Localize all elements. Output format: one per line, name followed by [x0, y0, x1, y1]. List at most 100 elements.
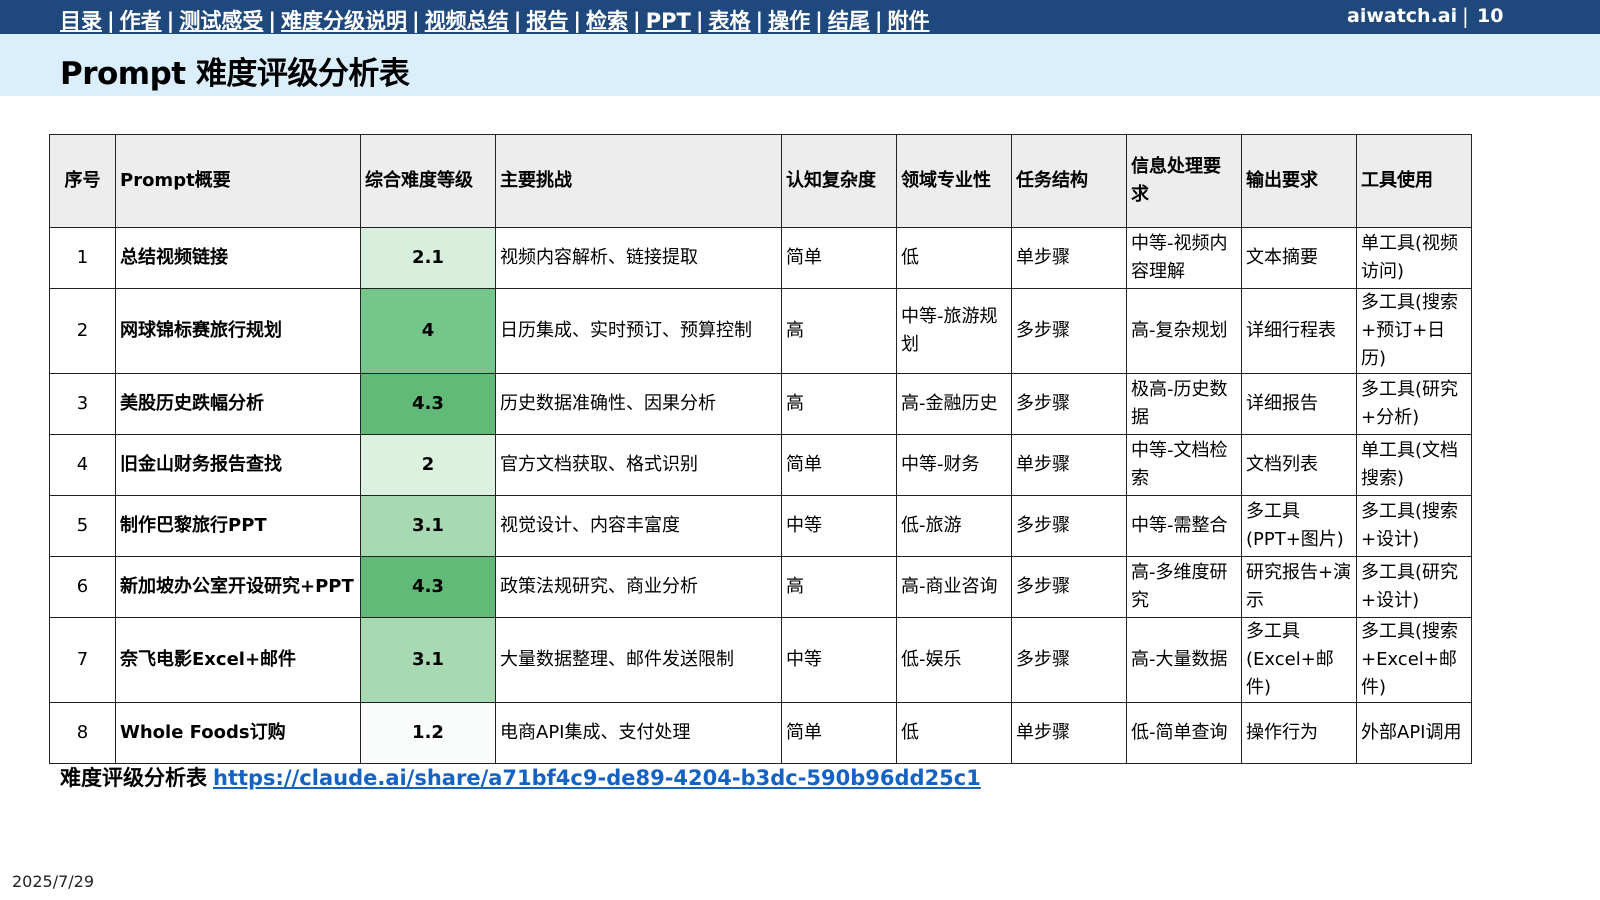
cell-cognitive-complexity: 中等 — [781, 495, 897, 557]
header-output-requirements: 输出要求 — [1241, 134, 1357, 228]
nav-link-difficulty[interactable]: 难度分级说明 — [281, 9, 407, 33]
nav-link-operation[interactable]: 操作 — [768, 9, 810, 33]
cell-main-challenges: 历史数据准确性、因果分析 — [495, 373, 782, 435]
cell-tool-usage: 多工具(搜索+Excel+邮件) — [1356, 617, 1472, 703]
nav-link-appendix[interactable]: 附件 — [888, 9, 930, 33]
nav-link-table[interactable]: 表格 — [708, 9, 750, 33]
cell-output-requirements: 操作行为 — [1241, 702, 1357, 764]
brand-name: aiwatch.ai — [1347, 5, 1458, 27]
nav-separator: | — [755, 9, 764, 33]
nav-separator: | — [573, 9, 582, 33]
nav-separator: | — [513, 9, 522, 33]
cell-output-requirements: 研究报告+演示 — [1241, 556, 1357, 618]
cell-main-challenges: 官方文档获取、格式识别 — [495, 434, 782, 496]
header-info-processing: 信息处理要求 — [1126, 134, 1242, 228]
cell-info-processing: 中等-视频内容理解 — [1126, 227, 1242, 289]
cell-output-requirements: 文档列表 — [1241, 434, 1357, 496]
cell-cognitive-complexity: 高 — [781, 373, 897, 435]
cell-main-challenges: 视频内容解析、链接提取 — [495, 227, 782, 289]
nav-separator: | — [166, 9, 175, 33]
nav-link-ppt[interactable]: PPT — [646, 9, 691, 33]
table-row: 4 旧金山财务报告查找 2 官方文档获取、格式识别 简单 中等-财务 单步骤 中等-文档检索文… — [49, 434, 1472, 496]
cell-task-structure: 多步骤 — [1011, 617, 1127, 703]
cell-cognitive-complexity: 中等 — [781, 617, 897, 703]
nav-link-search[interactable]: 检索 — [586, 9, 628, 33]
table-row: 8 Whole Foods订购 1.2 电商API集成、支付处理 简单低单步骤 低-简单查… — [49, 702, 1472, 764]
table-body: 1 总结视频链接 2.1 视频内容解析、链接提取 简单低单步骤 中等-视频内容理解 文本摘要… — [49, 227, 1472, 764]
header-cognitive-complexity: 认知复杂度 — [781, 134, 897, 228]
cell-difficulty-level: 2 — [360, 434, 496, 496]
cell-domain-expertise: 高-商业咨询 — [896, 556, 1012, 618]
nav-link-contents[interactable]: 目录 — [60, 9, 102, 33]
header-main-challenges: 主要挑战 — [495, 134, 782, 228]
nav-link-report[interactable]: 报告 — [526, 9, 568, 33]
table-row: 5 制作巴黎旅行PPT 3.1 视觉设计、内容丰富度 中等 低-旅游 多步骤 中等-需整合 多工… — [49, 495, 1472, 557]
cell-domain-expertise: 高-金融历史 — [896, 373, 1012, 435]
nav-separator: | — [412, 9, 420, 33]
nav-separator: | — [107, 9, 115, 33]
cell-domain-expertise: 中等-旅游规划 — [896, 288, 1012, 374]
cell-index: 3 — [49, 373, 116, 435]
cell-difficulty-level: 1.2 — [360, 702, 496, 764]
cell-tool-usage: 单工具(文档搜索) — [1356, 434, 1472, 496]
header-domain-expertise: 领域专业性 — [896, 134, 1012, 228]
cell-output-requirements: 多工具(Excel+邮件) — [1241, 617, 1357, 703]
cell-task-structure: 多步骤 — [1011, 288, 1127, 374]
header-prompt-summary: Prompt概要 — [115, 134, 361, 228]
cell-output-requirements: 详细行程表 — [1241, 288, 1357, 374]
cell-info-processing: 低-简单查询 — [1126, 702, 1242, 764]
cell-task-structure: 多步骤 — [1011, 556, 1127, 618]
cell-task-structure: 单步骤 — [1011, 702, 1127, 764]
cell-prompt-summary: 旧金山财务报告查找 — [115, 434, 361, 496]
cell-tool-usage: 单工具(视频访问) — [1356, 227, 1472, 289]
cell-domain-expertise: 低 — [896, 227, 1012, 289]
cell-info-processing: 高-复杂规划 — [1126, 288, 1242, 374]
cell-prompt-summary: 奈飞电影Excel+邮件 — [115, 617, 361, 703]
cell-task-structure: 单步骤 — [1011, 227, 1127, 289]
cell-index: 1 — [49, 227, 116, 289]
header-tool-usage: 工具使用 — [1356, 134, 1472, 228]
table-row: 6 新加坡办公室开设研究+PPT 4.3 政策法规研究、商业分析高高-商业咨询 多步骤高… — [49, 556, 1472, 618]
share-link[interactable]: https://claude.ai/share/a71bf4c9-de89-42… — [213, 766, 981, 790]
cell-tool-usage: 多工具(研究+分析) — [1356, 373, 1472, 435]
cell-output-requirements: 文本摘要 — [1241, 227, 1357, 289]
cell-index: 2 — [49, 288, 116, 374]
cell-index: 4 — [49, 434, 116, 496]
cell-main-challenges: 视觉设计、内容丰富度 — [495, 495, 782, 557]
footer-label: 难度评级分析表 — [60, 766, 207, 790]
cell-domain-expertise: 中等-财务 — [896, 434, 1012, 496]
cell-cognitive-complexity: 高 — [781, 288, 897, 374]
nav-link-ending[interactable]: 结尾 — [828, 9, 870, 33]
header-task-structure: 任务结构 — [1011, 134, 1127, 228]
cell-info-processing: 高-多维度研究 — [1126, 556, 1242, 618]
cell-prompt-summary: 新加坡办公室开设研究+PPT — [115, 556, 361, 618]
cell-index: 8 — [49, 702, 116, 764]
table-header-row: 序号 Prompt概要 综合难度等级 主要挑战 认知复杂度 领域专业性 任务结构… — [49, 134, 1472, 228]
cell-info-processing: 中等-需整合 — [1126, 495, 1242, 557]
cell-difficulty-level: 3.1 — [360, 495, 496, 557]
cell-tool-usage: 多工具(研究+设计) — [1356, 556, 1472, 618]
cell-difficulty-level: 3.1 — [360, 617, 496, 703]
cell-index: 6 — [49, 556, 116, 618]
nav-link-author[interactable]: 作者 — [120, 9, 162, 33]
nav-separator: | — [815, 9, 823, 33]
table-row: 3 美股历史跌幅分析 4.3 历史数据准确性、因果分析高高-金融历史 多步骤 极高-历史数… — [49, 373, 1472, 435]
page-number: 10 — [1477, 5, 1504, 27]
page-title: Prompt 难度评级分析表 — [60, 56, 410, 92]
cell-difficulty-level: 4 — [360, 288, 496, 374]
footer-caption: 难度评级分析表 https://claude.ai/share/a71bf4c9-… — [60, 762, 981, 792]
cell-prompt-summary: Whole Foods订购 — [115, 702, 361, 764]
cell-main-challenges: 大量数据整理、邮件发送限制 — [495, 617, 782, 703]
cell-task-structure: 多步骤 — [1011, 373, 1127, 435]
cell-domain-expertise: 低 — [896, 702, 1012, 764]
cell-tool-usage: 多工具(搜索+预订+日历) — [1356, 288, 1472, 374]
nav-link-impressions[interactable]: 测试感受 — [179, 9, 263, 33]
cell-domain-expertise: 低-娱乐 — [896, 617, 1012, 703]
cell-difficulty-level: 4.3 — [360, 373, 496, 435]
cell-prompt-summary: 网球锦标赛旅行规划 — [115, 288, 361, 374]
section-nav: 目录 | 作者 | 测试感受 | 难度分级说明 | 视频总结 | 报告 | 检索 | PPT | 表格 | 操作 | 结… — [60, 5, 930, 35]
nav-link-video-summary[interactable]: 视频总结 — [425, 9, 509, 33]
header-index: 序号 — [49, 134, 116, 228]
cell-cognitive-complexity: 简单 — [781, 434, 897, 496]
slide-date: 2025/7/29 — [12, 872, 95, 891]
